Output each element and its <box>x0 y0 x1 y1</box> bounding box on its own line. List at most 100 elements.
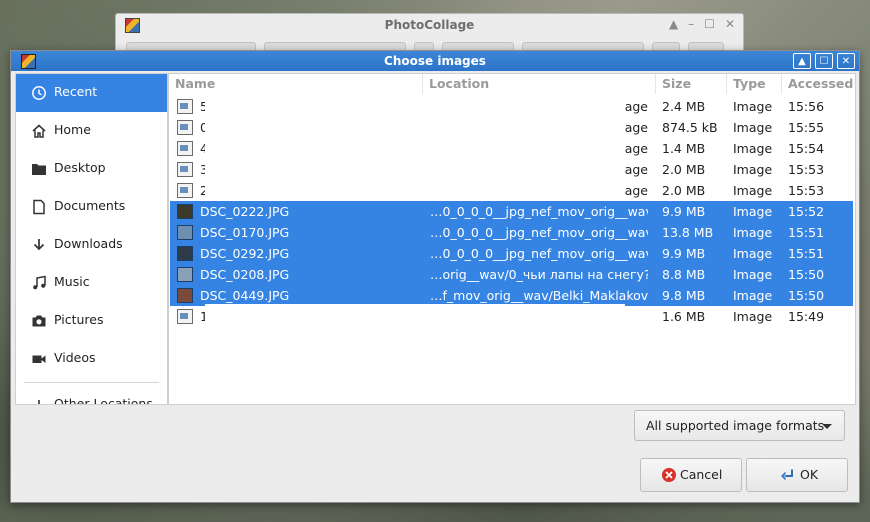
sidebar-item-music[interactable]: Music <box>16 264 167 302</box>
cancel-icon <box>662 468 676 482</box>
redaction-overlay <box>205 178 625 201</box>
bg-up-button[interactable]: ▲ <box>669 17 678 31</box>
ok-button[interactable]: OK <box>746 458 848 492</box>
file-size: 9.9 MB <box>662 246 706 261</box>
file-size: 2.4 MB <box>662 99 706 114</box>
sidebar-item-home[interactable]: Home <box>16 112 167 150</box>
camera-icon <box>32 315 46 327</box>
table-row[interactable]: DSC_0449.JPG …f_mov_orig__wav/Belki_Makla… <box>169 285 855 306</box>
file-type: Image <box>733 309 773 324</box>
file-type: Image <box>733 246 773 261</box>
table-row[interactable]: 2 age 2.0 MB Image 15:53 <box>169 178 855 201</box>
image-file-icon <box>177 204 193 219</box>
download-icon <box>33 239 45 251</box>
column-header-name[interactable]: Name <box>169 74 423 94</box>
sidebar-item-desktop[interactable]: Desktop <box>16 150 167 188</box>
ok-button-label: OK <box>800 467 819 482</box>
file-type: Image <box>733 225 773 240</box>
redaction-overlay <box>205 304 625 327</box>
background-window-controls: ▲ – ☐ ✕ <box>669 17 735 31</box>
file-accessed: 15:54 <box>788 141 825 156</box>
sidebar-item-downloads[interactable]: Downloads <box>16 226 167 264</box>
bg-maximize-button[interactable]: ☐ <box>704 17 715 31</box>
file-accessed: 15:53 <box>788 183 825 198</box>
file-size: 8.8 MB <box>662 267 706 282</box>
file-accessed: 15:53 <box>788 162 825 177</box>
ok-icon <box>781 469 793 480</box>
filter-label: All supported image formats <box>646 418 825 433</box>
table-row[interactable]: DSC_0222.JPG …0_0_0_0__jpg_nef_mov_orig__… <box>169 201 855 222</box>
image-file-icon <box>177 162 193 177</box>
file-type: Image <box>733 288 773 303</box>
column-header-location[interactable]: Location <box>422 74 659 94</box>
sidebar-item-label: Home <box>54 122 91 137</box>
file-size: 9.8 MB <box>662 288 706 303</box>
file-accessed: 15:52 <box>788 204 825 219</box>
dialog-title: Choose images <box>384 54 486 68</box>
sidebar-item-label: Recent <box>54 84 98 99</box>
file-chooser-dialog: Choose images ▲ ☐ ✕ Recent Home Desktop … <box>10 50 860 503</box>
image-file-icon <box>177 267 193 282</box>
redaction-overlay <box>205 94 625 117</box>
dialog-up-button[interactable]: ▲ <box>793 53 811 69</box>
file-accessed: 15:56 <box>788 99 825 114</box>
table-row[interactable]: 3 age 2.0 MB Image 15:53 <box>169 157 855 180</box>
sidebar-item-documents[interactable]: Documents <box>16 188 167 226</box>
chevron-down-icon <box>822 424 832 429</box>
file-size: 874.5 kB <box>662 120 718 135</box>
file-size: 2.0 MB <box>662 183 706 198</box>
redaction-overlay <box>205 136 625 159</box>
dialog-maximize-button[interactable]: ☐ <box>815 53 833 69</box>
file-accessed: 15:49 <box>788 309 825 324</box>
file-size: 1.4 MB <box>662 141 706 156</box>
sidebar-item-label: Music <box>54 274 90 289</box>
column-header-accessed[interactable]: Accessed <box>781 74 855 94</box>
file-type: Image <box>733 141 773 156</box>
sidebar-item-pictures[interactable]: Pictures <box>16 302 167 340</box>
dialog-titlebar[interactable]: Choose images ▲ ☐ ✕ <box>11 51 859 71</box>
column-header-type[interactable]: Type <box>726 74 785 94</box>
background-window-title: PhotoCollage <box>384 18 475 32</box>
file-type: Image <box>733 99 773 114</box>
cancel-button[interactable]: Cancel <box>640 458 742 492</box>
plus-icon <box>38 400 40 404</box>
table-row[interactable]: 1 1.6 MB Image 15:49 <box>169 304 855 327</box>
column-header-size[interactable]: Size <box>655 74 730 94</box>
sidebar-item-label: Pictures <box>54 312 104 327</box>
sidebar-separator <box>24 382 159 383</box>
table-row[interactable]: DSC_0292.JPG …0_0_0_0__jpg_nef_mov_orig__… <box>169 243 855 264</box>
redaction-overlay <box>205 115 625 138</box>
dialog-close-button[interactable]: ✕ <box>837 53 855 69</box>
file-name: DSC_0449.JPG <box>200 288 290 303</box>
table-row[interactable]: DSC_0170.JPG …0_0_0_0__jpg_nef_mov_orig__… <box>169 222 855 243</box>
file-name: DSC_0222.JPG <box>200 204 290 219</box>
sidebar-item-label: Documents <box>54 198 126 213</box>
sidebar-item-other-locations[interactable]: Other Locations <box>16 386 167 404</box>
file-location: …0_0_0_0__jpg_nef_mov_orig__wav <box>430 204 648 219</box>
bg-close-button[interactable]: ✕ <box>725 17 735 31</box>
file-name: DSC_0170.JPG <box>200 225 290 240</box>
table-row[interactable]: 4 age 1.4 MB Image 15:54 <box>169 136 855 159</box>
image-file-icon <box>177 225 193 240</box>
sidebar-item-recent[interactable]: Recent <box>16 74 167 112</box>
file-accessed: 15:51 <box>788 225 825 240</box>
file-location: …orig__wav/0_чьи лапы на снегу? <box>430 267 648 282</box>
file-accessed: 15:50 <box>788 288 825 303</box>
file-location: …0_0_0_0__jpg_nef_mov_orig__wav <box>430 246 648 261</box>
table-row[interactable]: 5 age 2.4 MB Image 15:56 <box>169 94 855 117</box>
file-name: DSC_0292.JPG <box>200 246 290 261</box>
sidebar-item-videos[interactable]: Videos <box>16 340 167 378</box>
folder-icon <box>32 164 46 175</box>
image-file-icon <box>177 99 193 114</box>
clock-icon <box>32 86 46 100</box>
table-row[interactable]: DSC_0208.JPG …orig__wav/0_чьи лапы на сне… <box>169 264 855 285</box>
cancel-button-label: Cancel <box>680 467 723 482</box>
file-list: Name Location Size Type Accessed 5 age 2.4… <box>168 73 856 405</box>
redaction-overlay <box>205 157 625 180</box>
bg-minimize-button[interactable]: – <box>688 17 694 31</box>
table-row[interactable]: 0 age 874.5 kB Image 15:55 <box>169 115 855 138</box>
file-type-filter-dropdown[interactable]: All supported image formats <box>634 410 845 441</box>
file-accessed: 15:50 <box>788 267 825 282</box>
file-size: 1.6 MB <box>662 309 706 324</box>
image-file-icon <box>177 183 193 198</box>
